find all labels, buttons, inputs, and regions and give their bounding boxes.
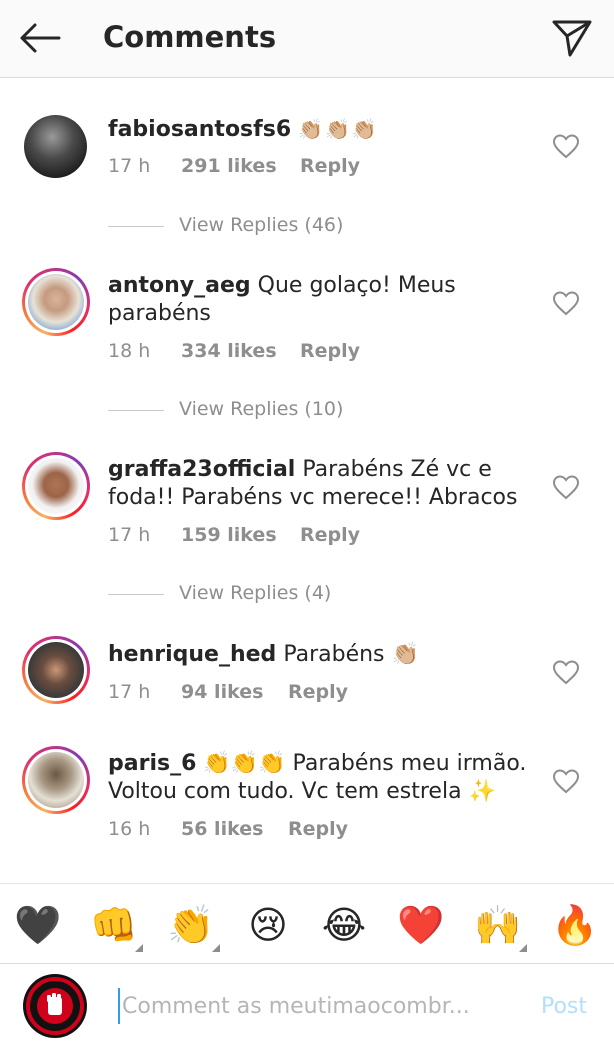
reply-button[interactable]: Reply [288, 681, 348, 703]
view-replies-label[interactable]: View Replies (4) [179, 582, 331, 604]
tears-of-joy-emoji[interactable]: 😂 [319, 900, 369, 950]
comment-time: 17 h [108, 681, 151, 703]
post-button[interactable]: Post [541, 994, 587, 1019]
view-replies-label[interactable]: View Replies (10) [179, 398, 343, 420]
avatar[interactable] [22, 268, 90, 336]
header: Comments [0, 0, 614, 78]
heart-icon[interactable] [552, 768, 580, 794]
reply-button[interactable]: Reply [300, 524, 360, 546]
avatar[interactable] [22, 636, 90, 704]
emoji-bar: 🖤 👊 👏 😢 😂 ❤️ 🙌 🔥 [0, 883, 614, 963]
comment-username[interactable]: graffa23official [108, 457, 295, 482]
heart-icon[interactable] [552, 290, 580, 316]
avatar[interactable] [24, 115, 87, 178]
comments-screen: Comments fabiosantosfs6 👏🏼👏🏼👏🏼 17 h 291 … [0, 0, 614, 1046]
clapping-emoji[interactable]: 👏 [166, 900, 220, 952]
comment-text: graffa23official Parabéns Zé vc e foda!!… [108, 456, 528, 512]
reply-button[interactable]: Reply [300, 155, 360, 177]
crying-face-emoji[interactable]: 😢 [243, 900, 293, 950]
heart-icon[interactable] [552, 133, 580, 159]
comment-text: fabiosantosfs6 👏🏼👏🏼👏🏼 [108, 115, 528, 144]
fist-emoji[interactable]: 👊 [89, 900, 143, 952]
divider [108, 594, 164, 595]
comment-likes[interactable]: 94 likes [181, 681, 263, 703]
paper-plane-icon [552, 20, 592, 57]
red-heart-emoji[interactable]: ❤️ [396, 900, 446, 950]
view-replies-label[interactable]: View Replies (46) [179, 214, 343, 236]
reply-button[interactable]: Reply [300, 340, 360, 362]
comment-time: 18 h [108, 340, 151, 362]
fire-emoji[interactable]: 🔥 [550, 900, 600, 950]
black-heart-emoji[interactable]: 🖤 [13, 900, 63, 950]
comment-likes[interactable]: 291 likes [181, 155, 277, 177]
raising-hands-emoji[interactable]: 🙌 [473, 900, 527, 952]
divider [108, 410, 164, 411]
heart-icon[interactable] [552, 474, 580, 500]
comment-text: antony_aeg Que golaço! Meus parabéns [108, 272, 528, 328]
avatar[interactable] [22, 452, 90, 520]
arrow-left-icon [20, 23, 61, 53]
reply-button[interactable]: Reply [288, 818, 348, 840]
comment-body: 👏🏼👏🏼👏🏼 [298, 117, 379, 141]
comment-username[interactable]: paris_6 [108, 751, 196, 776]
comment-time: 17 h [108, 155, 151, 177]
comment-body: Parabéns 👏🏼 [283, 642, 419, 667]
comment-time: 16 h [108, 818, 151, 840]
comment-likes[interactable]: 56 likes [181, 818, 263, 840]
page-title: Comments [103, 20, 277, 54]
comment-likes[interactable]: 159 likes [181, 524, 277, 546]
heart-icon[interactable] [552, 659, 580, 685]
divider [108, 226, 164, 227]
comment-username[interactable]: fabiosantosfs6 [108, 117, 291, 142]
comment-time: 17 h [108, 524, 151, 546]
avatar[interactable] [22, 746, 90, 814]
back-button[interactable] [18, 18, 62, 58]
comment-likes[interactable]: 334 likes [181, 340, 277, 362]
comment-input[interactable] [118, 988, 518, 1024]
share-button[interactable] [550, 16, 594, 60]
comment-username[interactable]: antony_aeg [108, 273, 251, 298]
comment-input-bar: Post [0, 963, 614, 1046]
comments-list: fabiosantosfs6 👏🏼👏🏼👏🏼 17 h 291 likes Rep… [0, 78, 614, 883]
comment-username[interactable]: henrique_hed [108, 642, 276, 667]
team-logo-icon [26, 977, 84, 1035]
comment-text: henrique_hed Parabéns 👏🏼 [108, 641, 528, 669]
comment-text: paris_6 👏👏👏 Parabéns meu irmão. Voltou c… [108, 750, 528, 806]
my-avatar [23, 974, 87, 1038]
